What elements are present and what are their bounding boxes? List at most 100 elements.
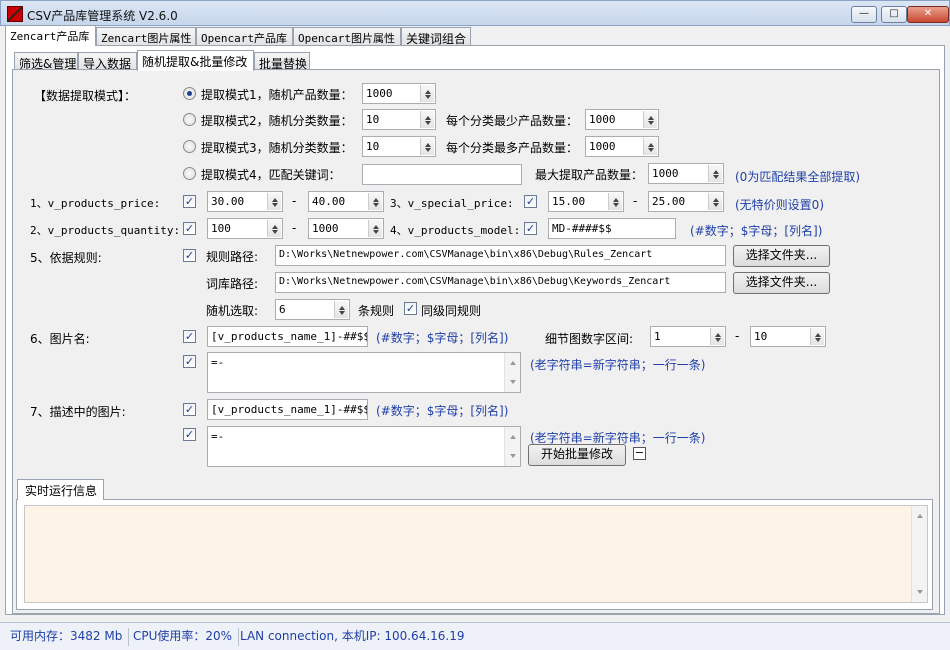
scroll-up-icon[interactable] xyxy=(510,358,516,365)
stepper-arrows-icon[interactable] xyxy=(267,220,281,237)
random-pick-label: 随机选取: xyxy=(206,304,259,318)
status-bar: 可用内存：3482 Mb CPU使用率：20% LAN connection, … xyxy=(0,622,950,650)
desc-image-label: 7、描述中的图片: xyxy=(30,405,126,419)
model-label: 4、v_products_model: xyxy=(390,224,521,237)
scrollbar[interactable] xyxy=(504,353,520,392)
network-status: LAN connection, 本机IP: 100.64.16.19 xyxy=(240,629,465,643)
mode4-keyword-input[interactable] xyxy=(362,164,522,185)
detail-range-dash: - xyxy=(735,329,740,343)
image-name-pattern-input[interactable]: [v_products_name_1]-##$$ xyxy=(207,326,368,347)
title-bar: CSV产品库管理系统 V2.6.0 — □ ✕ xyxy=(0,0,950,26)
choose-rule-folder-button[interactable]: 选择文件夹... xyxy=(733,245,830,267)
mode4-radio[interactable] xyxy=(183,167,196,180)
desc-image-pattern-input[interactable]: [v_products_name_1]-##$$ xyxy=(207,399,368,420)
detail-range-label: 细节图数字区间: xyxy=(545,332,634,346)
stepper-arrows-icon[interactable] xyxy=(608,193,622,210)
image-replace-checkbox[interactable]: ✓ xyxy=(183,355,196,368)
mode2-radio[interactable] xyxy=(183,113,196,126)
random-pick-stepper[interactable]: 6 xyxy=(275,299,350,320)
stepper-arrows-icon[interactable] xyxy=(334,301,348,318)
stepper-arrows-icon[interactable] xyxy=(420,111,434,128)
stepper-arrows-icon[interactable] xyxy=(267,193,281,210)
collapse-toggle-button[interactable]: − xyxy=(633,447,646,460)
special-price-min-stepper[interactable]: 15.00 xyxy=(548,191,624,212)
special-price-label: 3、v_special_price: xyxy=(390,197,514,210)
quantity-min-stepper[interactable]: 100 xyxy=(207,218,283,239)
special-price-hint: (无特价则设置0) xyxy=(735,198,824,212)
subtab-random-batch-edit[interactable]: 随机提取&批量修改 xyxy=(137,50,254,71)
memory-status: 可用内存：3482 Mb xyxy=(4,628,130,646)
price-min-stepper[interactable]: 30.00 xyxy=(207,191,283,212)
tab-opencart-products[interactable]: Opencart产品库 xyxy=(196,27,293,46)
mode2-count-stepper[interactable]: 10 xyxy=(362,109,436,130)
stepper-arrows-icon[interactable] xyxy=(810,328,824,345)
quantity-checkbox[interactable]: ✓ xyxy=(183,222,196,235)
stepper-arrows-icon[interactable] xyxy=(708,165,722,182)
scroll-down-icon[interactable] xyxy=(510,380,516,387)
detail-max-stepper[interactable]: 10 xyxy=(750,326,826,347)
special-price-max-stepper[interactable]: 25.00 xyxy=(648,191,724,212)
desc-replace-checkbox[interactable]: ✓ xyxy=(183,428,196,441)
mode4-hint: (0为匹配结果全部提取) xyxy=(735,170,860,184)
model-checkbox[interactable]: ✓ xyxy=(524,222,537,235)
tab-opencart-image-attrs[interactable]: Opencart图片属性 xyxy=(293,27,401,46)
image-replace-textarea[interactable]: =- xyxy=(207,352,521,393)
stepper-arrows-icon[interactable] xyxy=(420,85,434,102)
special-price-checkbox[interactable]: ✓ xyxy=(524,195,537,208)
desc-image-checkbox[interactable]: ✓ xyxy=(183,403,196,416)
mode2-min-per-category-stepper[interactable]: 1000 xyxy=(585,109,659,130)
stepper-arrows-icon[interactable] xyxy=(420,138,434,155)
tab-keyword-combination[interactable]: 关键词组合 xyxy=(401,27,471,46)
mode3-max-per-category-label: 每个分类最多产品数量： xyxy=(446,141,579,155)
mode1-radio[interactable] xyxy=(183,87,196,100)
mode4-max-stepper[interactable]: 1000 xyxy=(648,163,724,184)
stepper-arrows-icon[interactable] xyxy=(643,138,657,155)
quantity-range-dash: - xyxy=(292,221,297,235)
quantity-label: 2、v_products_quantity: xyxy=(30,224,181,237)
stepper-arrows-icon[interactable] xyxy=(368,193,382,210)
rules-unit-label: 条规则 xyxy=(358,304,395,318)
model-pattern-input[interactable]: MD-####$$ xyxy=(548,218,676,239)
tab-zencart-image-attrs[interactable]: Zencart图片属性 xyxy=(96,27,196,46)
mode2-min-per-category-label: 每个分类最少产品数量： xyxy=(446,114,579,128)
quantity-max-stepper[interactable]: 1000 xyxy=(308,218,384,239)
close-button[interactable]: ✕ xyxy=(907,6,949,23)
scrollbar[interactable] xyxy=(911,506,927,602)
scroll-down-icon[interactable] xyxy=(917,590,923,597)
maximize-button[interactable]: □ xyxy=(881,6,907,23)
log-output-area[interactable] xyxy=(24,505,928,603)
model-hint: (#数字；$字母；[列名]) xyxy=(690,224,823,238)
scroll-up-icon[interactable] xyxy=(510,432,516,439)
image-name-label: 6、图片名: xyxy=(30,332,90,346)
mode4-label: 提取模式4，匹配关键词： xyxy=(201,168,341,182)
rules-checkbox[interactable]: ✓ xyxy=(183,249,196,262)
dict-path-input[interactable]: D:\Works\Netnewpower.com\CSVManage\bin\x… xyxy=(275,272,726,293)
mode1-label: 提取模式1，随机产品数量： xyxy=(201,88,353,102)
rule-path-input[interactable]: D:\Works\Netnewpower.com\CSVManage\bin\x… xyxy=(275,245,726,266)
log-tab[interactable]: 实时运行信息 xyxy=(17,479,104,500)
stepper-arrows-icon[interactable] xyxy=(643,111,657,128)
image-name-checkbox[interactable]: ✓ xyxy=(183,330,196,343)
price-checkbox[interactable]: ✓ xyxy=(183,195,196,208)
desc-replace-textarea[interactable]: =- xyxy=(207,426,521,467)
scroll-up-icon[interactable] xyxy=(917,511,923,518)
scroll-down-icon[interactable] xyxy=(510,454,516,461)
price-max-stepper[interactable]: 40.00 xyxy=(308,191,384,212)
mode1-count-stepper[interactable]: 1000 xyxy=(362,83,436,104)
tab-zencart-products[interactable]: Zencart产品库 xyxy=(5,25,96,46)
dict-path-label: 词库路径: xyxy=(206,277,259,291)
choose-dict-folder-button[interactable]: 选择文件夹... xyxy=(733,272,830,294)
rule-path-label: 规则路径: xyxy=(206,250,259,264)
stepper-arrows-icon[interactable] xyxy=(708,193,722,210)
cpu-status: CPU使用率：20% xyxy=(127,628,240,646)
mode3-radio[interactable] xyxy=(183,140,196,153)
same-level-checkbox[interactable]: ✓ xyxy=(404,302,417,315)
stepper-arrows-icon[interactable] xyxy=(710,328,724,345)
stepper-arrows-icon[interactable] xyxy=(368,220,382,237)
mode3-max-per-category-stepper[interactable]: 1000 xyxy=(585,136,659,157)
start-batch-edit-button[interactable]: 开始批量修改 xyxy=(528,444,626,466)
mode3-count-stepper[interactable]: 10 xyxy=(362,136,436,157)
detail-min-stepper[interactable]: 1 xyxy=(650,326,726,347)
scrollbar[interactable] xyxy=(504,427,520,466)
minimize-button[interactable]: — xyxy=(851,6,877,23)
